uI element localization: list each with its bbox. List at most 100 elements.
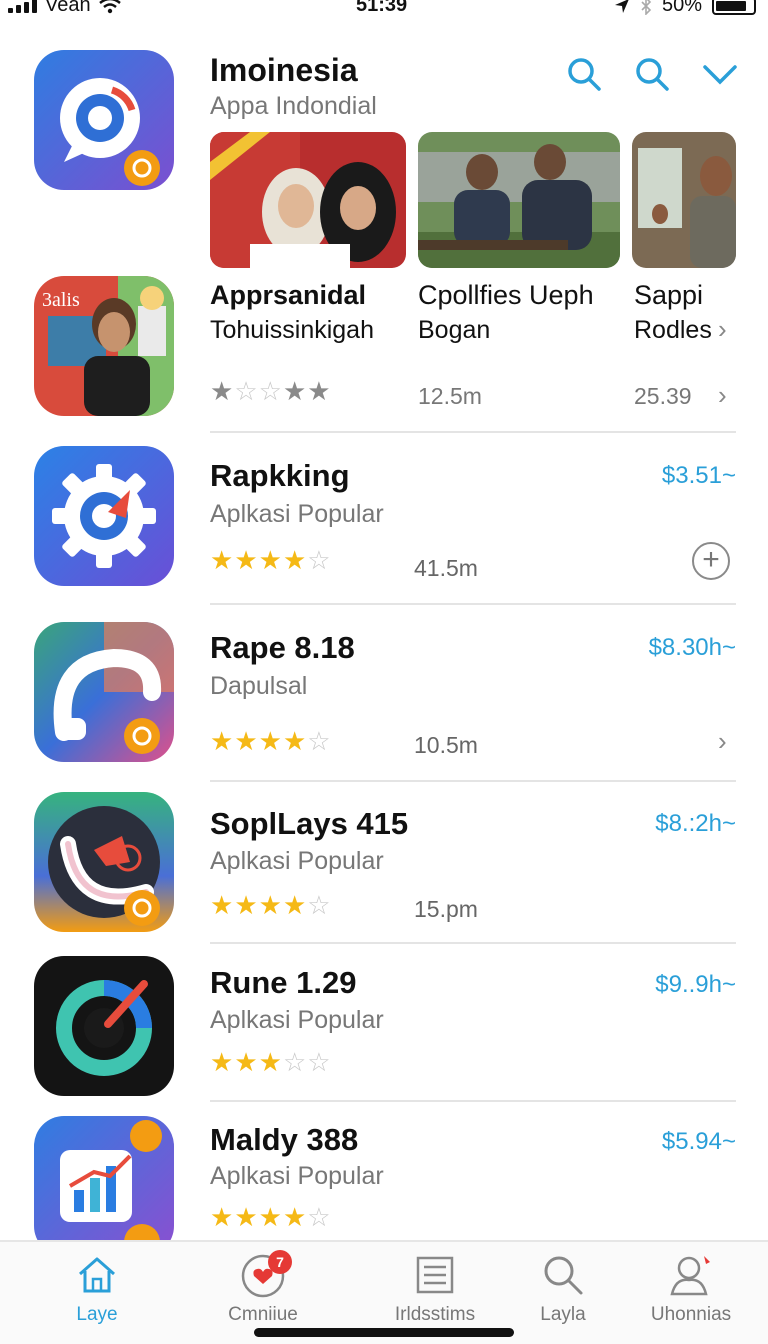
app-title-1: Rapkking (210, 458, 350, 493)
chevron-right-icon[interactable]: › (718, 314, 727, 345)
star-empty-icon: ☆ (234, 376, 258, 406)
star-icon: ★ (307, 376, 331, 406)
app-size-3: 15.pm (414, 896, 478, 922)
profile-icon (670, 1256, 710, 1296)
star-icon: ★ (210, 545, 234, 575)
app-price-2[interactable]: $8.30h~ (649, 634, 736, 662)
signal-icon (8, 0, 37, 13)
divider (210, 431, 736, 433)
featured-subtitle-3: Rodles (634, 316, 712, 344)
app-price-4[interactable]: $9..9h~ (655, 971, 736, 999)
app-icon-5[interactable] (34, 1116, 174, 1256)
home-indicator (254, 1328, 514, 1337)
featured-card-3[interactable] (632, 132, 736, 268)
star-icon: ★ (210, 726, 234, 756)
search-icon[interactable] (566, 56, 602, 92)
featured-card-2[interactable] (418, 132, 620, 268)
star-icon: ★ (210, 1047, 234, 1077)
header-app-icon[interactable] (34, 50, 174, 190)
app-subtitle-2: Dapulsal (210, 672, 308, 700)
star-empty-icon: ☆ (282, 1047, 307, 1077)
app-price-3[interactable]: $8.:2h~ (655, 810, 736, 838)
star-icon: ★ (282, 726, 307, 756)
featured-size-1: 12.5m (418, 383, 482, 409)
featured-card-1[interactable] (210, 132, 406, 268)
tab-uhonnias[interactable]: Uhonnias (616, 1252, 766, 1326)
star-icon: ★ (234, 1202, 258, 1232)
star-icon: ★ (258, 726, 282, 756)
star-empty-icon: ☆ (307, 1047, 331, 1077)
chevron-down-icon[interactable] (702, 56, 738, 92)
chevron-right-icon[interactable]: › (718, 380, 727, 411)
rating-stars: ★ ☆ ☆ ★ ★ (210, 378, 331, 404)
page-subtitle: Appa Indondial (210, 92, 377, 120)
divider (210, 1100, 736, 1102)
rating-stars: ★ ★ ★ ★ ☆ (210, 728, 331, 754)
app-price-5[interactable]: $5.94~ (662, 1128, 736, 1156)
chevron-right-icon[interactable]: › (718, 726, 727, 757)
star-empty-icon: ☆ (307, 726, 331, 756)
star-half-icon: ★ (282, 890, 307, 920)
wifi-icon (98, 0, 121, 13)
list-icon (416, 1256, 454, 1294)
add-button[interactable]: + (692, 542, 730, 580)
app-title-5: Maldy 388 (210, 1122, 359, 1157)
home-icon (79, 1257, 115, 1293)
featured-title-3: Sappi (634, 280, 704, 310)
featured-title-1: Apprsanidal (210, 280, 367, 310)
star-icon: ★ (234, 726, 258, 756)
app-icon-1[interactable] (34, 446, 174, 586)
rating-stars: ★ ★ ★ ★ ☆ (210, 1204, 331, 1230)
app-title-2: Rape 8.18 (210, 630, 355, 665)
status-left: Vean (8, 0, 121, 17)
poster-title: 3alis (42, 289, 80, 311)
carrier-label: Vean (45, 0, 91, 16)
app-icon-4[interactable] (34, 956, 174, 1096)
star-icon: ★ (258, 1202, 282, 1232)
app-icon-2[interactable] (34, 622, 174, 762)
poster-app-icon[interactable]: 3alis (34, 276, 174, 416)
featured-subtitle-1: Tohuissinkigah (210, 316, 374, 344)
app-subtitle-5: Aplkasi Popular (210, 1162, 384, 1190)
header-actions (566, 56, 738, 92)
location-icon (614, 0, 629, 13)
featured-size-3: 25.39 (634, 383, 692, 409)
star-empty-icon: ☆ (307, 890, 331, 920)
star-icon: ★ (210, 376, 234, 406)
app-price-1[interactable]: $3.51~ (662, 462, 736, 490)
app-subtitle-1: Aplkasi Popular (210, 500, 384, 528)
rating-stars: ★ ★ ★ ☆ ☆ (210, 1049, 331, 1075)
star-empty-icon: ☆ (307, 1202, 331, 1232)
tab-label: Laye (76, 1304, 118, 1325)
star-icon: ★ (282, 545, 307, 575)
star-icon: ★ (210, 1202, 234, 1232)
tab-cmniiue[interactable]: 7 Cmniiue (188, 1250, 338, 1326)
tab-laye[interactable]: Laye (22, 1252, 172, 1326)
divider (210, 603, 736, 605)
app-size-2: 10.5m (414, 732, 478, 758)
clock: 51:39 (356, 0, 408, 16)
bluetooth-icon (641, 0, 652, 15)
battery-percent: 50% (661, 0, 702, 16)
tab-label: Uhonnias (650, 1304, 732, 1325)
search-icon[interactable] (634, 56, 670, 92)
app-subtitle-3: Aplkasi Popular (210, 847, 384, 875)
battery-icon (712, 0, 756, 15)
star-icon: ★ (234, 890, 258, 920)
search-icon (544, 1256, 583, 1295)
star-icon: ★ (258, 890, 282, 920)
app-icon-3[interactable] (34, 792, 174, 932)
app-subtitle-4: Aplkasi Popular (210, 1006, 384, 1034)
star-icon: ★ (258, 545, 282, 575)
status-bar: Vean 51:39 50% (0, 0, 768, 20)
star-icon: ★ (210, 890, 234, 920)
app-title-3: SoplLays 415 (210, 806, 409, 841)
app-size-1: 41.5m (414, 555, 478, 581)
rating-stars: ★ ★ ★ ★ ☆ (210, 892, 331, 918)
star-icon: ★ (258, 1047, 282, 1077)
star-empty-icon: ☆ (307, 545, 331, 575)
star-icon: ★ (282, 1202, 307, 1232)
app-title-4: Rune 1.29 (210, 965, 357, 1000)
divider (210, 780, 736, 782)
notification-badge: 7 (268, 1250, 292, 1274)
